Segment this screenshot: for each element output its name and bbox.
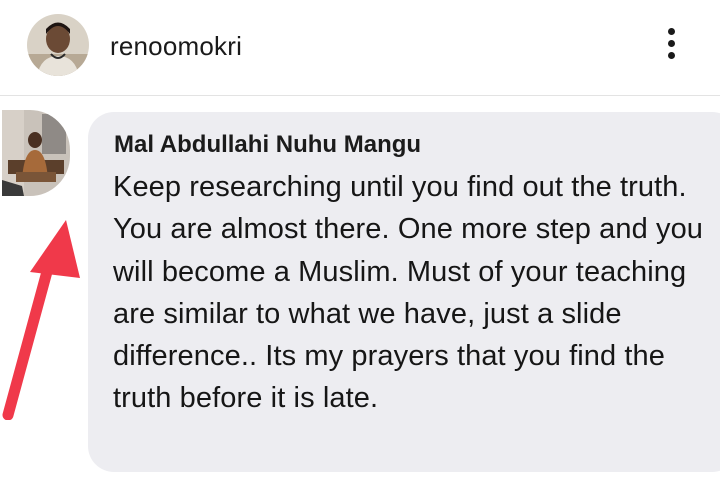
comment-text: Keep researching until you find out the …	[113, 171, 704, 415]
divider	[0, 95, 720, 96]
username[interactable]: renoomokri	[110, 31, 242, 62]
post-header: renoomokri	[0, 0, 720, 92]
red-arrow-icon	[2, 220, 80, 420]
comment-author[interactable]: Mal Abdullahi Nuhu Mangu	[114, 131, 421, 159]
more-options-button[interactable]	[652, 22, 692, 66]
commenter-avatar[interactable]	[2, 110, 70, 196]
commenter-avatar-photo	[2, 110, 70, 196]
avatar[interactable]	[27, 14, 89, 76]
avatar-photo	[27, 14, 89, 76]
